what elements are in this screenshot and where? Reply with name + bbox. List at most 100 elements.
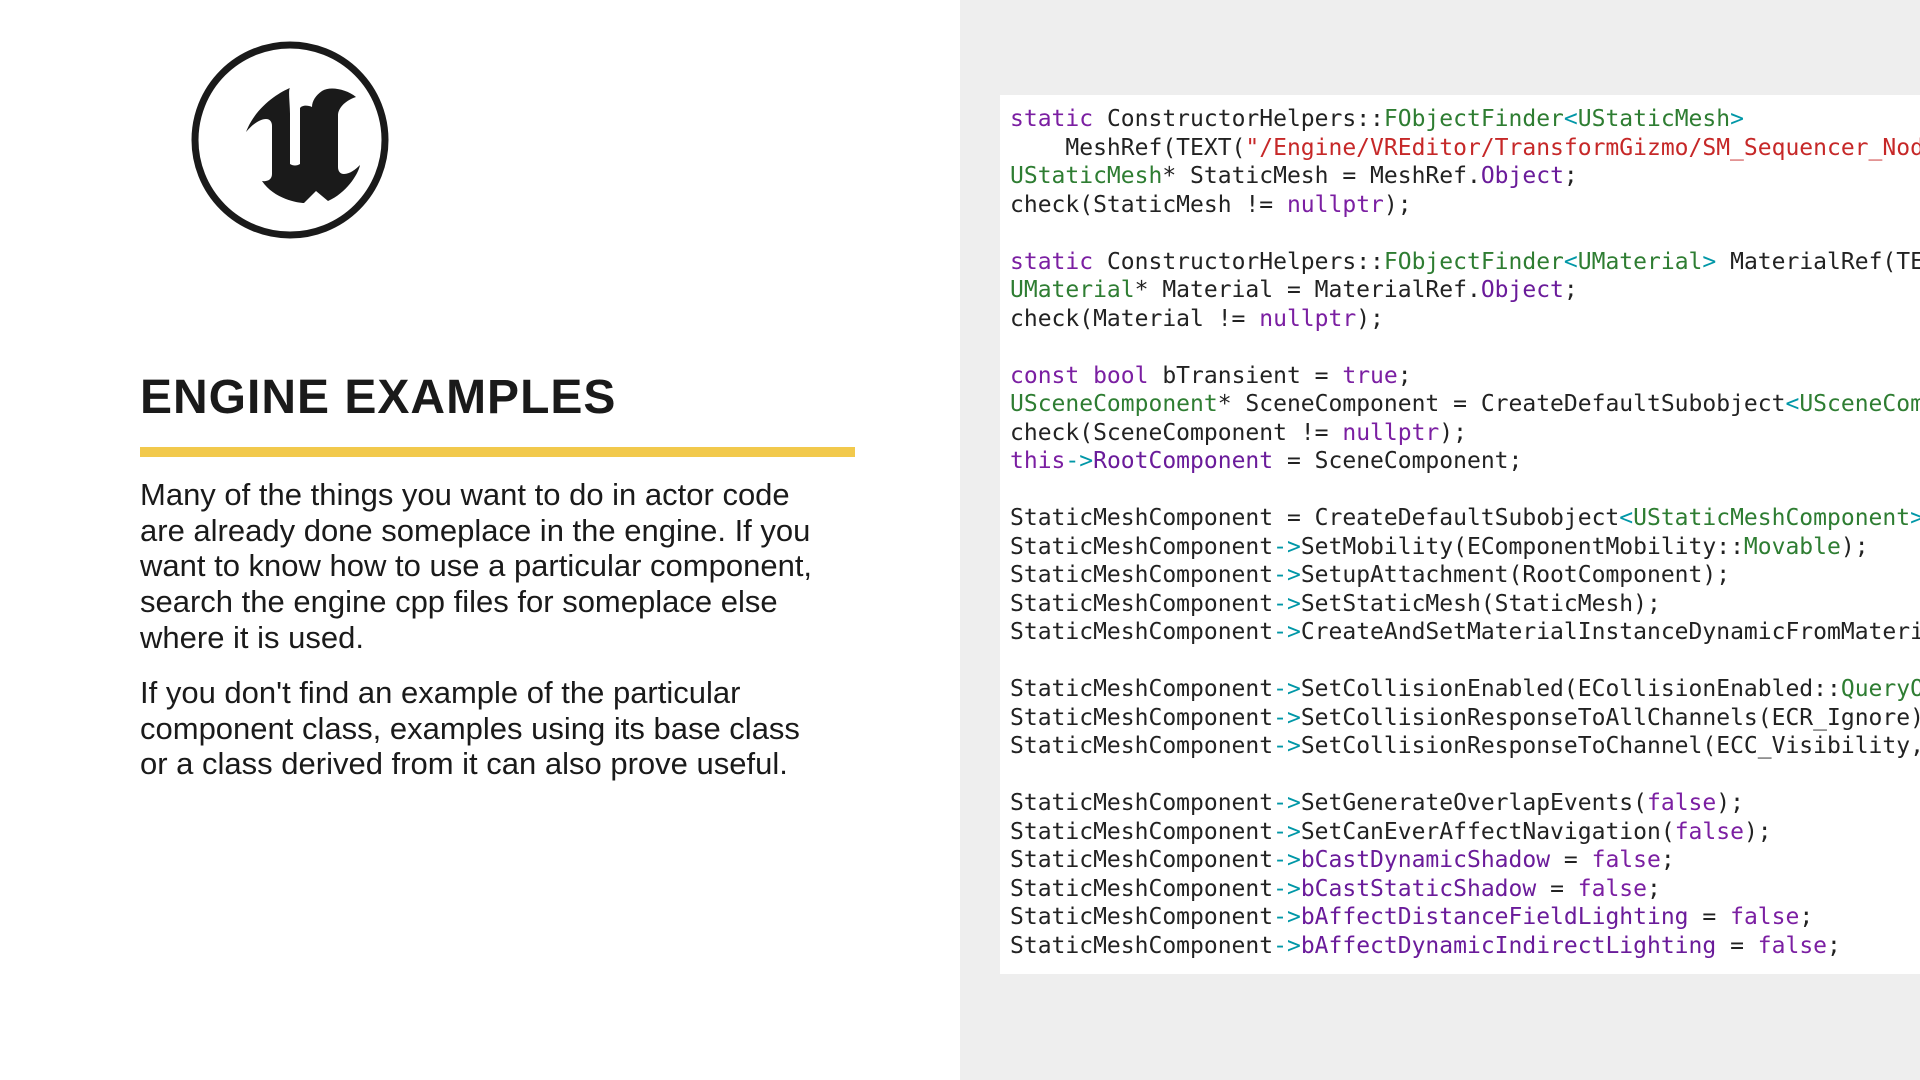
code-token: ); <box>1439 420 1467 446</box>
code-token: SetMobility(EComponentMobility:: <box>1301 534 1744 560</box>
code-token: ConstructorHelpers:: <box>1093 249 1384 275</box>
code-token: USceneCompone <box>1799 391 1920 417</box>
code-token: false <box>1592 847 1661 873</box>
code-token: < <box>1564 249 1578 275</box>
code-token: false <box>1758 933 1827 959</box>
code-token: const bool <box>1010 363 1148 389</box>
code-token: bTransient = <box>1148 363 1342 389</box>
code-token: ); <box>1384 192 1412 218</box>
code-token: check(SceneComponent != <box>1010 420 1342 446</box>
code-token: ); <box>1744 819 1772 845</box>
code-token: FObjectFinder <box>1384 249 1564 275</box>
unreal-engine-logo-icon <box>190 40 390 240</box>
code-token: StaticMeshComponent <box>1010 591 1273 617</box>
code-token: Movable <box>1744 534 1841 560</box>
code-token: ); <box>1841 534 1869 560</box>
code-token: MeshRef(TEXT( <box>1010 135 1245 161</box>
code-token: StaticMeshComponent <box>1010 847 1273 873</box>
code-token: < <box>1564 106 1578 132</box>
code-token: StaticMeshComponent <box>1010 733 1273 759</box>
code-token: StaticMeshComponent <box>1010 904 1273 930</box>
code-token: FObjectFinder <box>1384 106 1564 132</box>
code-token: < <box>1785 391 1799 417</box>
code-token: SetCollisionResponseToAllChannels(ECR_Ig… <box>1301 705 1920 731</box>
code-token: = SceneComponent; <box>1273 448 1522 474</box>
code-token: StaticMeshComponent <box>1010 790 1273 816</box>
code-token: UStaticMeshComponent <box>1633 505 1910 531</box>
code-token: * SceneComponent = CreateDefaultSubobjec… <box>1218 391 1786 417</box>
code-token: StaticMeshComponent <box>1010 705 1273 731</box>
code-token: bAffectDistanceFieldLighting <box>1301 904 1689 930</box>
code-token: SetCollisionResponseToChannel(ECC_Visibi… <box>1301 733 1920 759</box>
code-token: CreateAndSetMaterialInstanceDynamicFromM… <box>1301 619 1920 645</box>
code-token: ; <box>1564 277 1578 303</box>
code-token: StaticMeshComponent <box>1010 876 1273 902</box>
code-token: RootComponent <box>1093 448 1273 474</box>
code-token: bCastDynamicShadow <box>1301 847 1550 873</box>
code-token: > <box>1702 249 1716 275</box>
right-panel: static ConstructorHelpers::FObjectFinder… <box>960 0 1920 1080</box>
code-token: ; <box>1647 876 1661 902</box>
code-token: SetGenerateOverlapEvents( <box>1301 790 1647 816</box>
code-token: UStaticMesh <box>1578 106 1730 132</box>
code-token: -> <box>1273 619 1301 645</box>
code-token: nullptr <box>1342 420 1439 446</box>
code-example: static ConstructorHelpers::FObjectFinder… <box>1000 95 1920 974</box>
code-token: check(StaticMesh != <box>1010 192 1287 218</box>
code-token: StaticMeshComponent <box>1010 562 1273 588</box>
code-token: -> <box>1273 904 1301 930</box>
code-token: QueryOnly <box>1841 676 1920 702</box>
code-token: * StaticMesh = MeshRef. <box>1162 163 1481 189</box>
code-token: false <box>1730 904 1799 930</box>
code-token: ; <box>1564 163 1578 189</box>
code-token: MaterialRef(TEXT( <box>1716 249 1920 275</box>
code-token: ; <box>1827 933 1841 959</box>
code-token: -> <box>1273 876 1301 902</box>
code-token: -> <box>1273 705 1301 731</box>
code-token: = <box>1689 904 1731 930</box>
code-token: static <box>1010 106 1093 132</box>
paragraph-1: Many of the things you want to do in act… <box>140 477 820 655</box>
page-title: ENGINE EXAMPLES <box>140 370 820 425</box>
code-token: static <box>1010 249 1093 275</box>
code-token: UMaterial <box>1010 277 1135 303</box>
code-token: USceneComponent <box>1010 391 1218 417</box>
code-token: false <box>1647 790 1716 816</box>
code-token: StaticMeshComponent <box>1010 619 1273 645</box>
code-token: ; <box>1661 847 1675 873</box>
code-token: false <box>1578 876 1647 902</box>
code-token: -> <box>1273 733 1301 759</box>
code-token: bCastStaticShadow <box>1301 876 1536 902</box>
code-token: StaticMeshComponent <box>1010 534 1273 560</box>
code-token: > <box>1910 505 1920 531</box>
code-token: ; <box>1799 904 1813 930</box>
code-token: "/Engine/VREditor/TransformGizmo/SM_Sequ… <box>1245 135 1920 161</box>
code-token: bAffectDynamicIndirectLighting <box>1301 933 1716 959</box>
code-token: = <box>1550 847 1592 873</box>
paragraph-2: If you don't find an example of the part… <box>140 675 820 782</box>
code-token: Object <box>1481 163 1564 189</box>
code-token: UMaterial <box>1578 249 1703 275</box>
code-token: nullptr <box>1259 306 1356 332</box>
code-token: -> <box>1273 591 1301 617</box>
code-token: -> <box>1273 847 1301 873</box>
code-token: nullptr <box>1287 192 1384 218</box>
code-token: check(Material != <box>1010 306 1259 332</box>
code-token: StaticMeshComponent <box>1010 676 1273 702</box>
code-token: Object <box>1481 277 1564 303</box>
code-token: -> <box>1273 534 1301 560</box>
code-token: StaticMeshComponent = CreateDefaultSubob… <box>1010 505 1619 531</box>
code-token: ; <box>1398 363 1412 389</box>
code-token: < <box>1619 505 1633 531</box>
code-token: StaticMeshComponent <box>1010 819 1273 845</box>
title-divider <box>140 447 855 457</box>
left-panel: ENGINE EXAMPLES Many of the things you w… <box>0 0 960 1080</box>
code-token: > <box>1730 106 1744 132</box>
code-token: SetupAttachment(RootComponent); <box>1301 562 1730 588</box>
code-token: ConstructorHelpers:: <box>1093 106 1384 132</box>
code-token: * Material = MaterialRef. <box>1135 277 1481 303</box>
code-token: = <box>1716 933 1758 959</box>
code-token: SetCanEverAffectNavigation( <box>1301 819 1675 845</box>
code-token: ); <box>1716 790 1744 816</box>
code-token: this <box>1010 448 1065 474</box>
